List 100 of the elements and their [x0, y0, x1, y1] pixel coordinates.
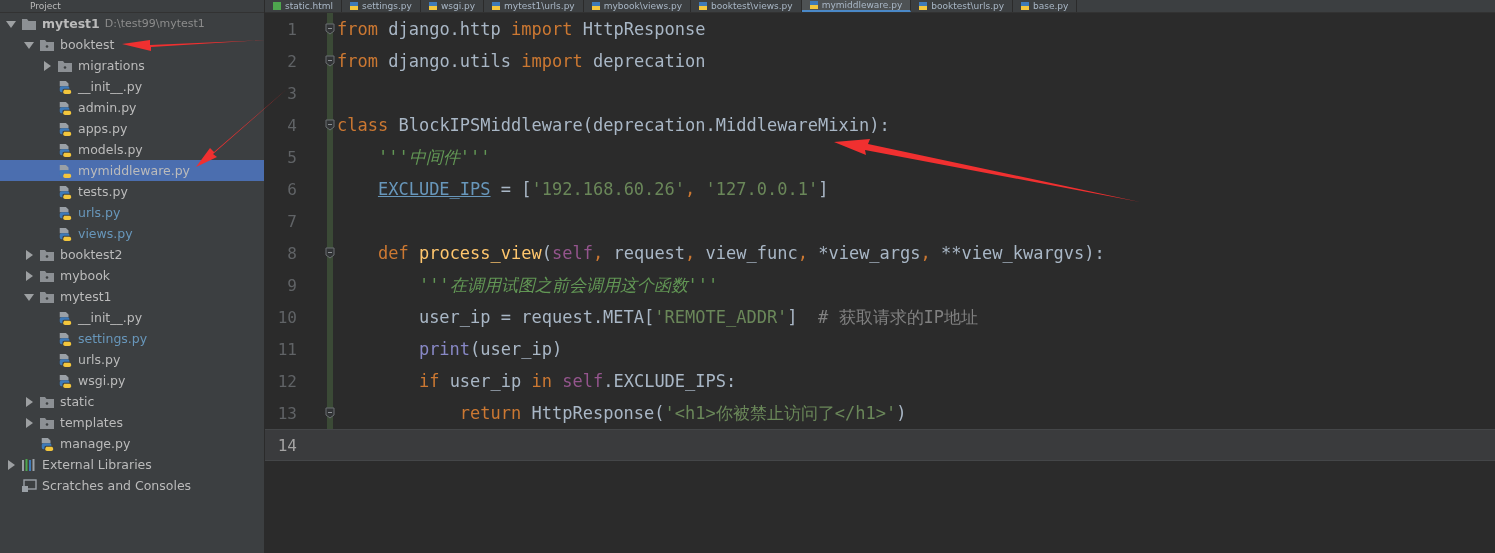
- code-line: return HttpResponse('<h1>你被禁止访问了</h1>'): [458, 401, 907, 425]
- expand-arrow-icon[interactable]: [6, 459, 16, 470]
- folder-icon: [21, 16, 37, 31]
- item-label: admin.py: [78, 100, 137, 115]
- tree-item[interactable]: booktest2: [0, 244, 264, 265]
- editor-tab[interactable]: booktest\views.py: [691, 0, 802, 12]
- tree-item[interactable]: models.py: [0, 139, 264, 160]
- item-label: views.py: [78, 226, 133, 241]
- line-number: 12: [276, 371, 297, 391]
- tree-item[interactable]: mybook: [0, 265, 264, 286]
- fold-marker-icon[interactable]: [325, 23, 335, 35]
- item-label: tests.py: [78, 184, 128, 199]
- editor-tab[interactable]: mybook\views.py: [583, 0, 692, 12]
- python-file-icon: [57, 100, 73, 115]
- line-number: 10: [276, 307, 297, 327]
- python-file-icon: [919, 2, 928, 10]
- tree-item[interactable]: static: [0, 391, 264, 412]
- item-label: booktest2: [60, 247, 123, 262]
- editor-tab[interactable]: base.py: [1013, 0, 1078, 12]
- tree-item[interactable]: __init__.py: [0, 76, 264, 97]
- fold-marker-icon[interactable]: [325, 119, 335, 131]
- python-file-icon: [57, 373, 73, 388]
- tree-item[interactable]: templates: [0, 412, 264, 433]
- editor-tab[interactable]: mytest1\urls.py: [484, 0, 584, 12]
- item-label: static: [60, 394, 95, 409]
- code-line: class BlockIPSMiddleware(deprecation.MiddlewareMixin):: [337, 115, 890, 135]
- python-file-icon: [699, 2, 708, 10]
- python-file-icon: [57, 184, 73, 199]
- tree-item[interactable]: urls.py: [0, 202, 264, 223]
- python-file-icon: [57, 205, 73, 220]
- line-number: 11: [276, 339, 297, 359]
- tree-item[interactable]: booktest: [0, 34, 264, 55]
- item-label: mybook: [60, 268, 111, 283]
- code-line: EXCLUDE_IPS = ['192.168.60.26', '127.0.0.1']: [376, 179, 829, 199]
- folder-icon: [39, 289, 55, 304]
- item-label: mytest1: [42, 16, 100, 31]
- library-icon: [21, 457, 37, 472]
- tree-item[interactable]: views.py: [0, 223, 264, 244]
- folder-icon: [57, 58, 73, 73]
- python-file-icon: [350, 2, 359, 10]
- item-label: models.py: [78, 142, 143, 157]
- tree-item[interactable]: wsgi.py: [0, 370, 264, 391]
- tree-item[interactable]: tests.py: [0, 181, 264, 202]
- expand-arrow-icon[interactable]: [24, 249, 34, 260]
- editor-tab[interactable]: booktest\urls.py: [911, 0, 1014, 12]
- editor-tab[interactable]: static.html: [265, 0, 343, 12]
- collapse-arrow-icon[interactable]: [24, 39, 34, 50]
- line-number: 6: [286, 179, 297, 199]
- editor-tab[interactable]: wsgi.py: [420, 0, 485, 12]
- code-line: '''中间件''': [376, 145, 491, 169]
- tree-item[interactable]: apps.py: [0, 118, 264, 139]
- fold-marker-icon[interactable]: [325, 407, 335, 419]
- python-file-icon: [57, 121, 73, 136]
- item-label: manage.py: [60, 436, 131, 451]
- item-label: External Libraries: [42, 457, 152, 472]
- expand-arrow-icon[interactable]: [24, 270, 34, 281]
- item-label: __init__.py: [78, 310, 143, 325]
- line-number: 5: [286, 147, 297, 167]
- code-line: from django.utils import deprecation: [337, 51, 706, 71]
- item-label: __init__.py: [78, 79, 143, 94]
- tree-item[interactable]: urls.py: [0, 349, 264, 370]
- python-file-icon: [57, 352, 73, 367]
- code-line: '''在调用试图之前会调用这个函数''': [417, 273, 719, 297]
- line-number: 2: [286, 51, 297, 71]
- expand-arrow-icon[interactable]: [42, 60, 52, 71]
- python-file-icon: [57, 226, 73, 241]
- item-label: apps.py: [78, 121, 128, 136]
- editor-tab[interactable]: settings.py: [342, 0, 421, 12]
- folder-icon: [39, 394, 55, 409]
- tree-item[interactable]: manage.py: [0, 433, 264, 454]
- tree-item[interactable]: Scratches and Consoles: [0, 475, 264, 496]
- expand-arrow-icon[interactable]: [24, 396, 34, 407]
- editor-tab[interactable]: mymiddleware.py: [801, 0, 912, 12]
- item-label: urls.py: [78, 205, 121, 220]
- python-file-icon: [428, 2, 437, 10]
- item-label: booktest: [60, 37, 115, 52]
- tree-item[interactable]: External Libraries: [0, 454, 264, 475]
- line-number: 8: [286, 243, 297, 263]
- tree-item[interactable]: mytest1 D:\test99\mytest1: [0, 13, 264, 34]
- python-file-icon: [57, 310, 73, 325]
- line-number: 9: [286, 275, 297, 295]
- project-path: D:\test99\mytest1: [104, 17, 205, 30]
- collapse-arrow-icon[interactable]: [6, 18, 16, 29]
- folder-icon: [39, 415, 55, 430]
- expand-arrow-icon[interactable]: [24, 417, 34, 428]
- html-file-icon: [273, 2, 281, 10]
- item-label: Scratches and Consoles: [42, 478, 192, 493]
- collapse-arrow-icon[interactable]: [24, 291, 34, 302]
- tree-item[interactable]: migrations: [0, 55, 264, 76]
- tree-item[interactable]: mytest1: [0, 286, 264, 307]
- folder-icon: [39, 268, 55, 283]
- fold-marker-icon[interactable]: [325, 247, 335, 259]
- tree-item[interactable]: __init__.py: [0, 307, 264, 328]
- tree-item[interactable]: settings.py: [0, 328, 264, 349]
- line-number: 13: [276, 403, 297, 423]
- code-line: if user_ip in self.EXCLUDE_IPS:: [417, 371, 737, 391]
- fold-marker-icon[interactable]: [325, 55, 335, 67]
- line-number: 14: [276, 435, 297, 455]
- tree-item[interactable]: admin.py: [0, 97, 264, 118]
- line-number: 4: [286, 115, 297, 135]
